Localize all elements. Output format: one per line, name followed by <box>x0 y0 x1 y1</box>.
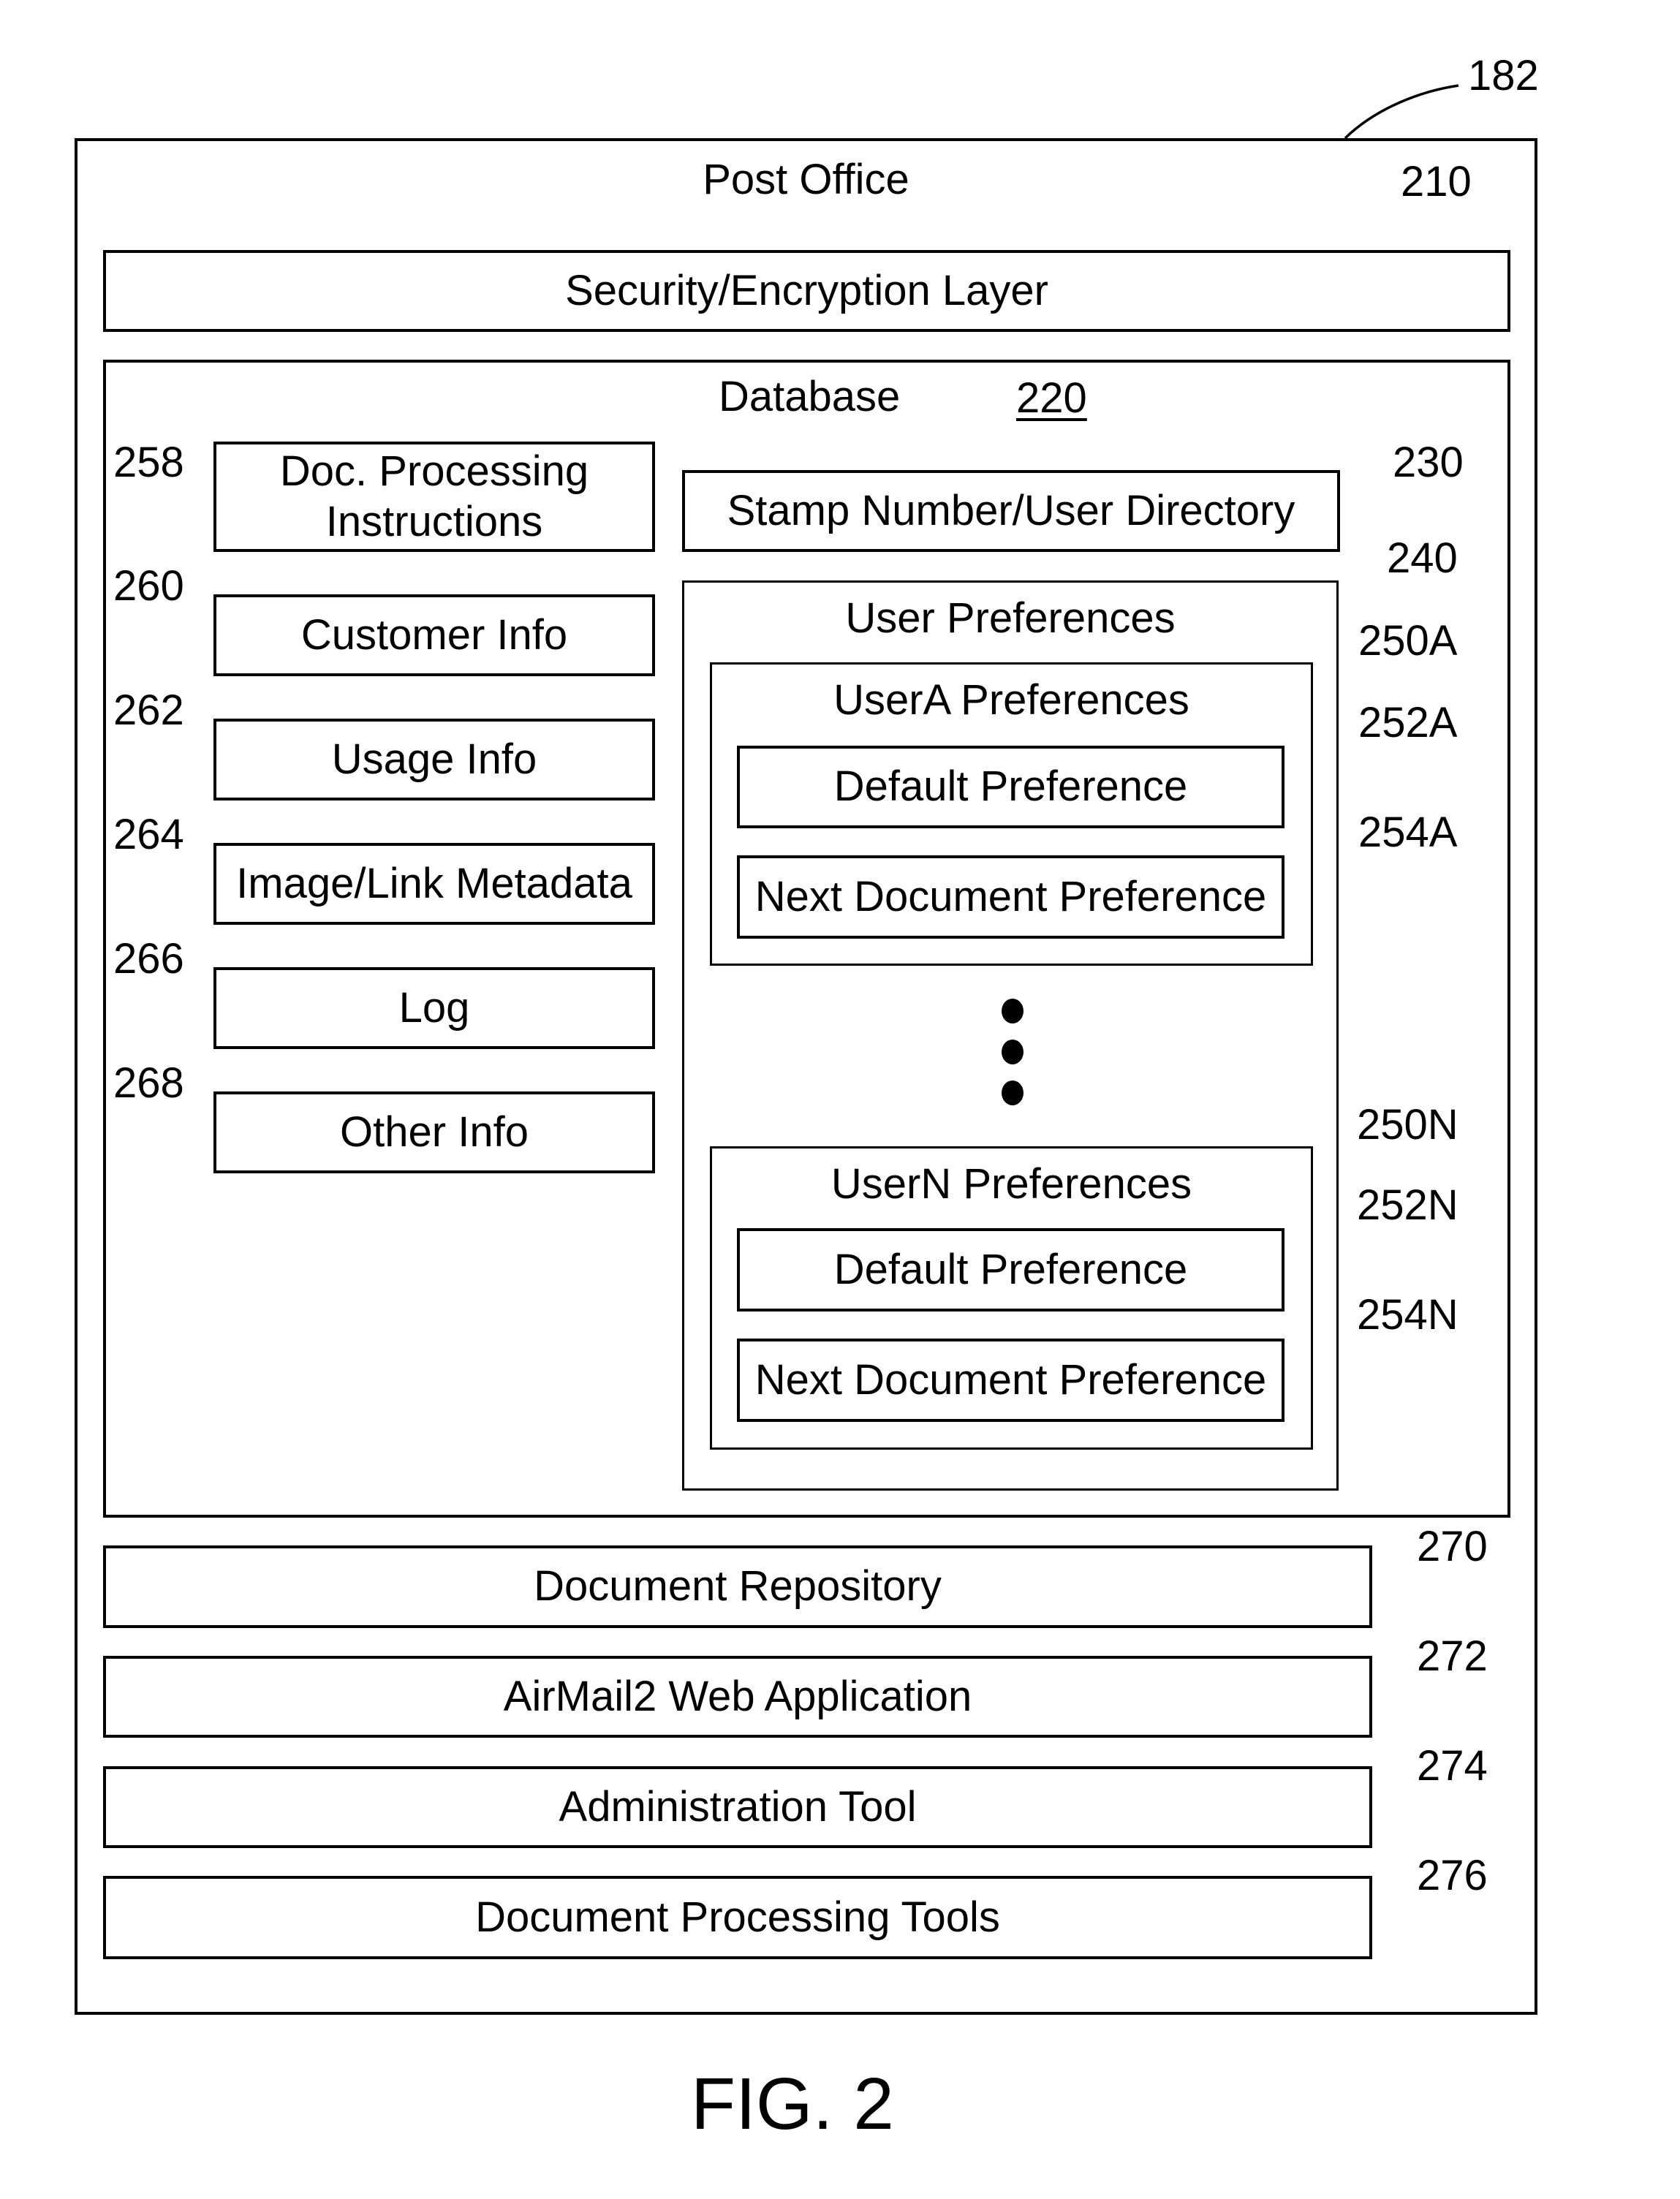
security-layer-label: Security/Encryption Layer <box>565 266 1048 314</box>
ref-182: 182 <box>1468 52 1539 99</box>
customer-info-box[interactable]: Customer Info <box>213 594 655 676</box>
user-n-default-preference-label: Default Preference <box>833 1245 1188 1293</box>
stamp-directory-label: Stamp Number/User Directory <box>727 486 1295 534</box>
ref-252N: 252N <box>1357 1181 1458 1229</box>
doc-processing-line1: Doc. Processing <box>279 447 589 496</box>
ref-274: 274 <box>1417 1742 1488 1790</box>
ref-276: 276 <box>1417 1852 1488 1899</box>
user-n-next-document-preference-label: Next Document Preference <box>754 1355 1267 1404</box>
image-link-metadata-label: Image/Link Metadata <box>236 859 632 907</box>
ellipsis-dot <box>1002 1080 1023 1105</box>
log-box[interactable]: Log <box>213 967 655 1049</box>
security-encryption-layer[interactable]: Security/Encryption Layer <box>103 250 1510 332</box>
user-a-next-document-preference-label: Next Document Preference <box>754 872 1267 920</box>
airmail2-web-application-box[interactable]: AirMail2 Web Application <box>103 1656 1372 1738</box>
leader-182 <box>1344 84 1459 140</box>
ref-240: 240 <box>1387 534 1458 582</box>
ref-250A: 250A <box>1358 617 1458 665</box>
ref-250N: 250N <box>1357 1101 1458 1148</box>
document-processing-tools-label: Document Processing Tools <box>475 1893 1000 1941</box>
customer-info-label: Customer Info <box>300 610 568 659</box>
ref-254N: 254N <box>1357 1291 1458 1339</box>
user-a-next-document-preference-box[interactable]: Next Document Preference <box>737 855 1284 939</box>
ref-258: 258 <box>113 439 184 486</box>
user-a-default-preference-box[interactable]: Default Preference <box>737 746 1284 828</box>
ref-268: 268 <box>113 1059 184 1107</box>
ellipsis-dot <box>1002 1040 1023 1064</box>
user-a-preferences-title: UserA Preferences <box>833 676 1189 724</box>
doc-processing-line2: Instructions <box>325 497 543 545</box>
usage-info-label: Usage Info <box>331 735 537 783</box>
airmail2-web-application-label: AirMail2 Web Application <box>503 1672 972 1720</box>
user-n-preferences-title: UserN Preferences <box>830 1160 1192 1208</box>
administration-tool-box[interactable]: Administration Tool <box>103 1766 1372 1848</box>
database-title: Database <box>719 373 901 420</box>
ref-252A: 252A <box>1358 699 1458 746</box>
stamp-number-user-directory-box[interactable]: Stamp Number/User Directory <box>682 470 1340 552</box>
document-repository-label: Document Repository <box>534 1562 942 1611</box>
ref-266: 266 <box>113 935 184 983</box>
user-n-next-document-preference-box[interactable]: Next Document Preference <box>737 1339 1284 1422</box>
image-link-metadata-box[interactable]: Image/Link Metadata <box>213 843 655 925</box>
log-label: Log <box>398 983 470 1032</box>
ref-270: 270 <box>1417 1523 1488 1570</box>
ref-230: 230 <box>1393 439 1464 486</box>
doc-processing-instructions-box[interactable]: Doc. Processing Instructions <box>213 442 655 552</box>
other-info-box[interactable]: Other Info <box>213 1091 655 1173</box>
ref-262: 262 <box>113 686 184 734</box>
post-office-title: Post Office <box>703 156 909 203</box>
ref-210: 210 <box>1401 158 1472 205</box>
document-processing-tools-box[interactable]: Document Processing Tools <box>103 1876 1372 1959</box>
ref-254A: 254A <box>1358 809 1458 856</box>
doc-processing-instructions-label: Doc. Processing Instructions <box>216 444 652 549</box>
ref-272: 272 <box>1417 1632 1488 1680</box>
figure-caption: FIG. 2 <box>691 2063 894 2145</box>
administration-tool-label: Administration Tool <box>559 1782 917 1831</box>
user-a-default-preference-label: Default Preference <box>833 762 1188 811</box>
user-n-default-preference-box[interactable]: Default Preference <box>737 1228 1284 1312</box>
other-info-label: Other Info <box>340 1108 529 1156</box>
document-repository-box[interactable]: Document Repository <box>103 1545 1372 1628</box>
ellipsis-dot <box>1002 999 1023 1023</box>
ref-260: 260 <box>113 562 184 610</box>
ref-264: 264 <box>113 811 184 858</box>
ref-220: 220 <box>1016 374 1087 422</box>
user-preferences-title: User Preferences <box>845 594 1176 642</box>
usage-info-box[interactable]: Usage Info <box>213 719 655 801</box>
